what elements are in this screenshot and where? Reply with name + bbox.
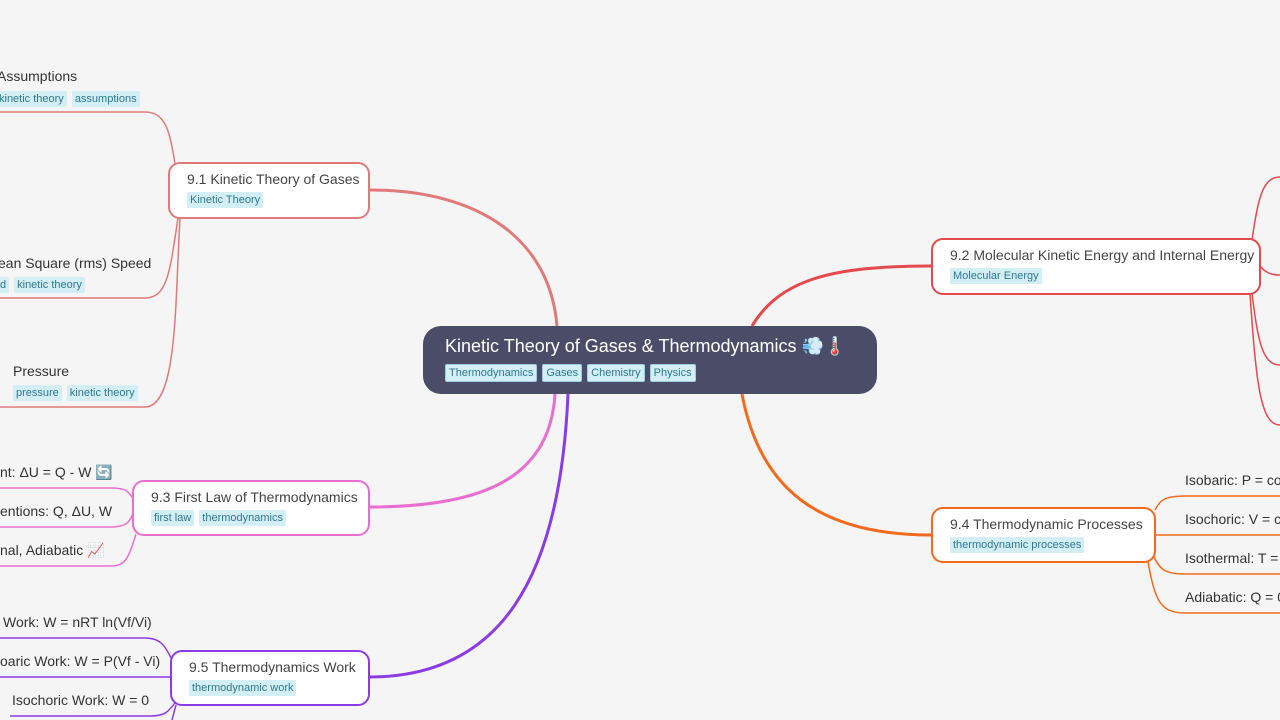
tag: thermodynamic processes (950, 537, 1085, 553)
subtopic-adiabatic[interactable]: Adiabatic: Q = 0 (1185, 589, 1280, 605)
tag: Thermodynamics (445, 364, 538, 382)
subtopic-isobaric-work[interactable]: oaric Work: W = P(Vf - Vi) (0, 653, 160, 669)
subtopic-first-law-statement[interactable]: nt: ΔU = Q - W 🔄 (0, 464, 113, 481)
topic-title: 9.2 Molecular Kinetic Energy and Interna… (950, 247, 1255, 263)
subtopic-isothermal-work[interactable]: Work: W = nRT ln(Vf/Vi) (3, 614, 152, 630)
topic-9-4[interactable]: 9.4 Thermodynamic Processes thermodynami… (931, 507, 1156, 563)
tag: d (0, 277, 10, 293)
tag: assumptions (71, 91, 140, 107)
subtopic-processes[interactable]: nal, Adiabatic 📈 (0, 542, 105, 559)
topic-9-5[interactable]: 9.5 Thermodynamics Work thermodynamic wo… (170, 650, 370, 706)
tag: Kinetic Theory (187, 192, 264, 208)
subtopic-isochoric-work[interactable]: Isochoric Work: W = 0 (12, 692, 149, 708)
subtopic-isochoric[interactable]: Isochoric: V = co (1185, 511, 1280, 527)
link-9-1 (369, 188, 559, 327)
link-9-3 (368, 393, 557, 509)
subtopic-rms-speed[interactable]: ean Square (rms) Speed (0, 255, 151, 271)
topic-title: 9.1 Kinetic Theory of Gases (187, 171, 360, 187)
topic-title: 9.3 First Law of Thermodynamics (151, 489, 358, 505)
link-9-2 (750, 264, 932, 327)
topic-9-3[interactable]: 9.3 First Law of Thermodynamics first la… (132, 480, 370, 536)
topic-9-2[interactable]: 9.2 Molecular Kinetic Energy and Interna… (931, 238, 1261, 295)
subtopic-isobaric[interactable]: Isobaric: P = con (1185, 472, 1280, 488)
link-9-5 (368, 393, 570, 679)
tag: Chemistry (587, 364, 645, 382)
subtopic-sign-conventions[interactable]: entions: Q, ΔU, W (0, 503, 112, 519)
subtopic-pressure[interactable]: Pressure (13, 363, 69, 379)
topic-title: 9.5 Thermodynamics Work (189, 659, 356, 675)
tag: thermodynamics (199, 510, 286, 526)
central-title: Kinetic Theory of Gases & Thermodynamics… (445, 336, 847, 356)
tag: kinetic theory (0, 91, 67, 107)
tag: Gases (542, 364, 583, 382)
topic-title: 9.4 Thermodynamic Processes (950, 516, 1143, 532)
central-topic[interactable]: Kinetic Theory of Gases & Thermodynamics… (423, 326, 877, 394)
tag: first law (151, 510, 195, 526)
tag: kinetic theory (66, 385, 138, 401)
tag: thermodynamic work (189, 680, 297, 696)
link-9-4 (740, 393, 932, 537)
tag: Molecular Energy (950, 268, 1042, 284)
tag: Physics (649, 364, 696, 382)
subtopic-assumptions[interactable]: Assumptions (0, 68, 77, 84)
tag: kinetic theory (14, 277, 85, 293)
topic-9-1[interactable]: 9.1 Kinetic Theory of Gases Kinetic Theo… (168, 162, 370, 219)
tag: pressure (13, 385, 62, 401)
subtopic-isothermal[interactable]: Isothermal: T = c (1185, 550, 1280, 566)
